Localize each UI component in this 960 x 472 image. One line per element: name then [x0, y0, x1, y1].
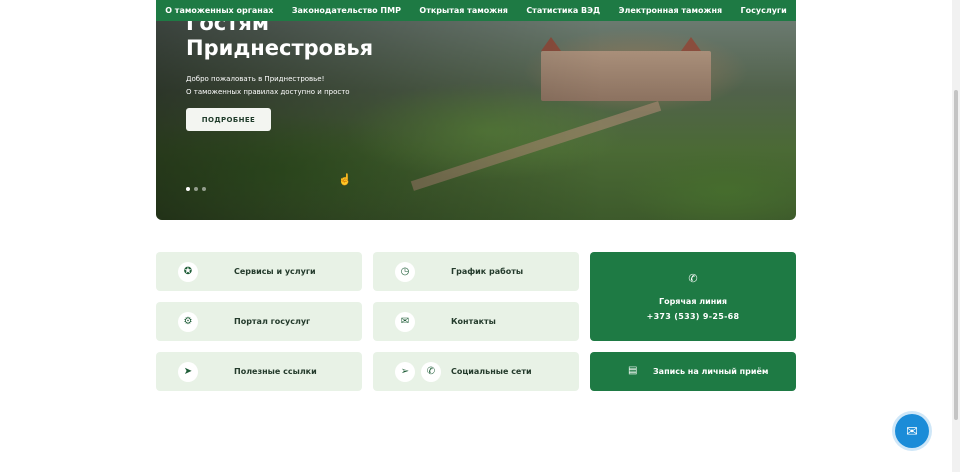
tile-useful-links[interactable]: ➤ Полезные ссылки: [156, 352, 362, 391]
cursor-icon: ➤: [178, 362, 198, 382]
nav-item-legislation[interactable]: Законодательство ПМР: [292, 6, 401, 15]
nav-item-gosuslugi[interactable]: Госуслуги: [741, 6, 787, 15]
tile-services-label: Сервисы и услуги: [234, 267, 316, 276]
viber-icon[interactable]: ✆: [421, 362, 441, 382]
hero-more-button[interactable]: ПОДРОБНЕЕ: [186, 108, 271, 131]
slider-dots: [186, 187, 206, 191]
gear-icon: ⚙: [178, 312, 198, 332]
nav-item-open-customs[interactable]: Открытая таможня: [419, 6, 507, 15]
chat-button[interactable]: ✉: [895, 414, 929, 448]
clock-icon: ◷: [395, 262, 415, 282]
tile-services[interactable]: ✪ Сервисы и услуги: [156, 252, 362, 291]
tile-social-networks: ➢ ✆ Социальные сети: [373, 352, 579, 391]
hero-title-line1: Гостям: [186, 21, 270, 35]
tile-schedule-label: График работы: [451, 267, 524, 276]
hero-subtitle: Добро пожаловать в Приднестровье! О тамо…: [186, 73, 350, 99]
hero-title-line2: Приднестровья: [186, 36, 374, 60]
slider-dot-3[interactable]: [202, 187, 206, 191]
top-navigation: О таможенных органах Законодательство ПМ…: [156, 0, 796, 21]
appointment-button[interactable]: ▤ Запись на личный приём: [590, 352, 796, 391]
hero-subtitle-line2: О таможенных правилах доступно и просто: [186, 88, 350, 96]
hero-title: Гостям Приднестровья: [186, 21, 373, 61]
hero-slider: Гостям Приднестровья Добро пожаловать в …: [156, 21, 796, 220]
hand-cursor-icon: ☝: [338, 174, 352, 186]
chat-bubble-icon: ✉: [906, 422, 918, 439]
hotline-card[interactable]: ✆ Горячая линия +373 (533) 9-25-68: [590, 252, 796, 341]
tile-gosuslugi-label: Портал госуслуг: [234, 317, 311, 326]
nav-item-customs-bodies[interactable]: О таможенных органах: [165, 6, 273, 15]
tile-social-label: Социальные сети: [451, 367, 532, 376]
tile-gosuslugi-portal[interactable]: ⚙ Портал госуслуг: [156, 302, 362, 341]
scrollbar-thumb[interactable]: [954, 90, 958, 420]
mail-icon: ✉: [395, 312, 415, 332]
page-scrollbar[interactable]: [952, 0, 960, 472]
tile-contacts[interactable]: ✉ Контакты: [373, 302, 579, 341]
tile-schedule[interactable]: ◷ График работы: [373, 252, 579, 291]
slider-dot-2[interactable]: [194, 187, 198, 191]
tile-contacts-label: Контакты: [451, 317, 496, 326]
telegram-icon[interactable]: ➢: [395, 362, 415, 382]
star-icon: ✪: [178, 262, 198, 282]
hotline-title: Горячая линия: [658, 297, 727, 306]
hero-subtitle-line1: Добро пожаловать в Приднестровье!: [186, 75, 325, 83]
appointment-label: Запись на личный приём: [653, 367, 769, 376]
tile-useful-links-label: Полезные ссылки: [234, 367, 317, 376]
nav-item-electronic-customs[interactable]: Электронная таможня: [619, 6, 723, 15]
phone-icon: ✆: [688, 273, 698, 285]
hotline-phone[interactable]: +373 (533) 9-25-68: [647, 312, 740, 321]
calendar-icon: ▤: [628, 365, 638, 376]
slider-dot-1[interactable]: [186, 187, 190, 191]
nav-item-statistics[interactable]: Статистика ВЭД: [526, 6, 600, 15]
